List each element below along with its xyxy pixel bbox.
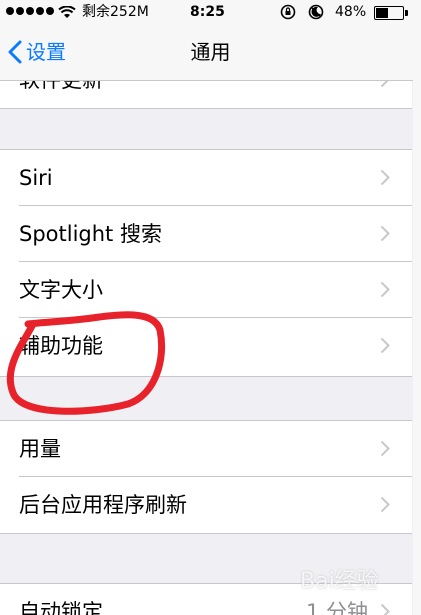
red-circle-annotation — [6, 311, 166, 415]
watermark: Bai经验 — [300, 569, 379, 594]
